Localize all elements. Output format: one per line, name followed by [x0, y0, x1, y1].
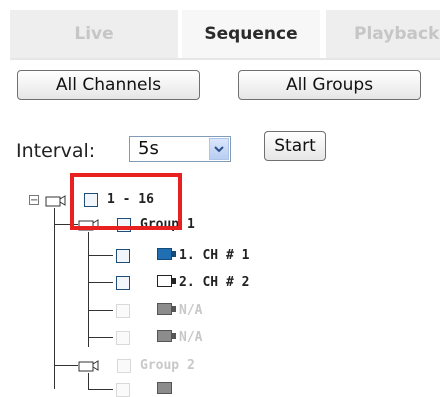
- tree-line: [54, 365, 78, 366]
- tree-item-label-na-2: N/A: [179, 330, 203, 345]
- tree-item-label-ch-2: 2. CH # 2: [179, 275, 250, 290]
- channel-tree: − 1 - 16 Group 1 1. CH # 1 2. CH # 2 N/A…: [0, 180, 440, 397]
- checkbox-na-2: [116, 331, 130, 345]
- tree-line: [88, 232, 89, 347]
- interval-value: 5s: [138, 138, 159, 159]
- group-icon: [45, 195, 66, 207]
- all-groups-button[interactable]: All Groups: [238, 70, 421, 100]
- tree-item-label-ch-1: 1. CH # 1: [179, 248, 250, 263]
- tree-line: [88, 310, 113, 311]
- camera-disabled-icon: [157, 303, 176, 315]
- tab-bar: Live Sequence Playback: [0, 0, 440, 60]
- tree-line: [88, 282, 113, 283]
- tree-line: [88, 373, 89, 389]
- tab-divider: [10, 58, 440, 60]
- start-button[interactable]: Start: [264, 131, 326, 161]
- interval-select[interactable]: 5s: [129, 136, 231, 162]
- tree-line: [88, 389, 113, 390]
- checkbox-partial: [116, 383, 130, 397]
- interval-label: Interval:: [16, 140, 96, 162]
- checkbox-na-1: [116, 304, 130, 318]
- tree-line: [88, 255, 113, 256]
- camera-icon: [157, 248, 176, 260]
- tree-line: [88, 337, 113, 338]
- collapse-icon[interactable]: −: [29, 195, 39, 206]
- tree-line: [54, 208, 55, 389]
- chevron-down-icon[interactable]: [209, 138, 229, 160]
- tree-item-label-na-1: N/A: [179, 303, 203, 318]
- checkbox-group-2: [117, 359, 131, 373]
- checkbox-ch-1[interactable]: [116, 249, 130, 263]
- tab-live[interactable]: Live: [10, 10, 178, 58]
- tab-playback[interactable]: Playback: [326, 10, 440, 58]
- highlight-box: [70, 173, 182, 230]
- checkbox-ch-2[interactable]: [116, 276, 130, 290]
- group-icon: [78, 360, 99, 372]
- camera-disabled-icon: [157, 330, 176, 342]
- tab-sequence[interactable]: Sequence: [182, 10, 320, 58]
- tree-item-label-group-2: Group 2: [140, 358, 195, 373]
- camera-icon: [157, 275, 176, 287]
- all-channels-button[interactable]: All Channels: [17, 70, 200, 100]
